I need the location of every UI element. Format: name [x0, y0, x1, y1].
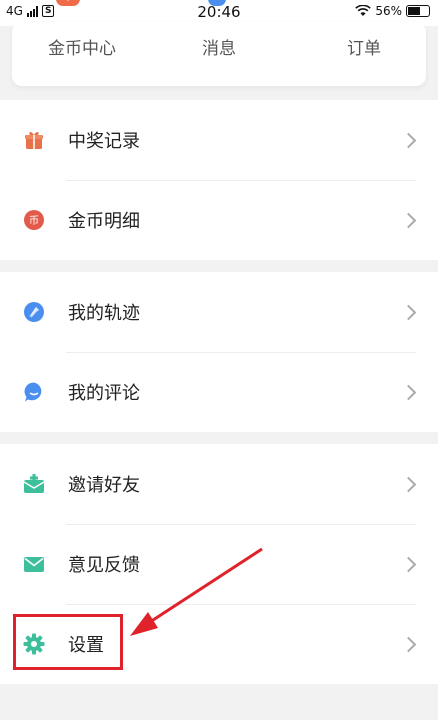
- menu-item-label: 意见反馈: [68, 555, 140, 576]
- menu-section-rewards: 中奖记录 币 金币明细: [0, 100, 438, 260]
- chevron-right-icon: [400, 556, 417, 572]
- menu-item-coin-detail[interactable]: 币 金币明细: [0, 180, 438, 260]
- svg-text:币: 币: [29, 215, 39, 227]
- comment-icon: [22, 380, 46, 404]
- menu-item-feedback[interactable]: 意见反馈: [0, 524, 438, 604]
- menu-item-prize-record[interactable]: 中奖记录: [0, 100, 438, 180]
- menu-item-label: 中奖记录: [68, 131, 140, 152]
- wifi-icon: [355, 5, 372, 16]
- menu-item-my-comments[interactable]: 我的评论: [0, 352, 438, 432]
- battery-icon: [406, 5, 430, 17]
- menu-section-activity: 我的轨迹 我的评论: [0, 272, 438, 432]
- battery-level: 56%: [375, 4, 402, 18]
- menu-item-label: 金币明细: [68, 211, 140, 232]
- chevron-right-icon: [400, 212, 417, 228]
- status-right: 56%: [355, 4, 430, 18]
- chevron-right-icon: [400, 384, 417, 400]
- chevron-right-icon: [400, 304, 417, 320]
- menu-item-label: 邀请好友: [68, 475, 140, 496]
- menu-item-label: 我的评论: [68, 383, 140, 404]
- tab-messages[interactable]: 消息: [164, 34, 274, 59]
- chevron-right-icon: [400, 636, 417, 652]
- menu-item-label: 我的轨迹: [68, 303, 140, 324]
- menu-item-my-trail[interactable]: 我的轨迹: [0, 272, 438, 352]
- settings-highlight-box: [13, 614, 123, 670]
- menu-item-invite-friends[interactable]: 邀请好友: [0, 444, 438, 524]
- chevron-right-icon: [400, 132, 417, 148]
- gift-icon: [22, 128, 46, 152]
- chevron-right-icon: [400, 476, 417, 492]
- top-card: 金币中心 消息 订单: [12, 22, 426, 86]
- invite-mail-icon: [22, 472, 46, 496]
- tab-orders[interactable]: 订单: [309, 34, 419, 59]
- coin-icon: 币: [22, 208, 46, 232]
- envelope-icon: [22, 552, 46, 576]
- tab-coin-center[interactable]: 金币中心: [27, 34, 137, 59]
- compass-icon: [22, 300, 46, 324]
